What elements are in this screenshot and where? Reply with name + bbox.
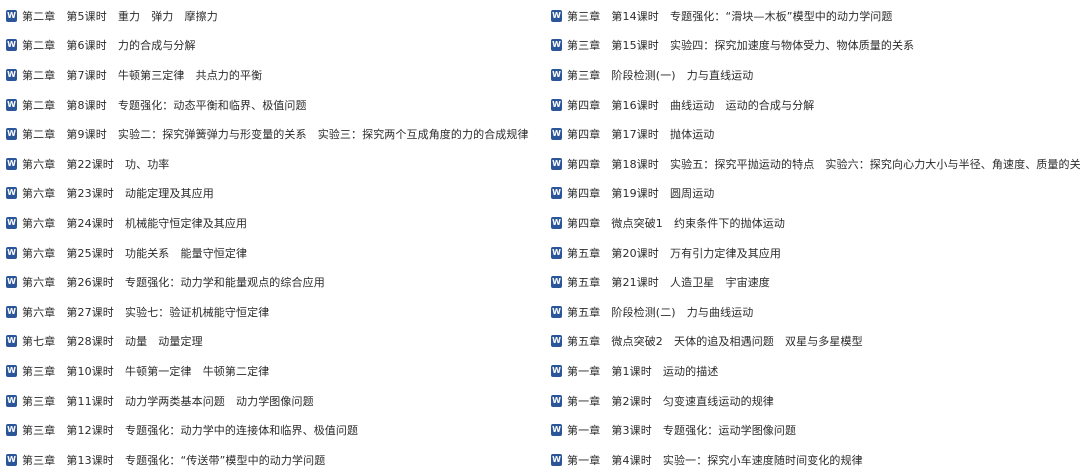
word-document-icon	[6, 98, 17, 111]
file-name: 第一章 第4课时 实验一：探究小车速度随时间变化的规律	[567, 453, 863, 467]
file-item[interactable]: 第六章 第24课时 机械能守恒定律及其应用	[6, 208, 546, 238]
word-document-icon	[551, 9, 562, 22]
word-document-icon	[551, 335, 562, 348]
word-document-icon	[6, 128, 17, 141]
file-name: 第三章 第15课时 实验四：探究加速度与物体受力、物体质量的关系	[567, 39, 915, 53]
word-document-icon	[6, 276, 17, 289]
file-item[interactable]: 第三章 第13课时 专题强化：“传送带”模型中的动力学问题	[6, 445, 546, 475]
word-document-icon	[551, 246, 562, 259]
file-name: 第二章 第5课时 重力 弹力 摩擦力	[22, 9, 218, 23]
word-document-icon	[6, 335, 17, 348]
word-document-icon	[551, 39, 562, 52]
file-item[interactable]: 第三章 第15课时 实验四：探究加速度与物体受力、物体质量的关系	[551, 31, 1080, 61]
file-item[interactable]: 第六章 第27课时 实验七：验证机械能守恒定律	[6, 297, 546, 327]
file-name: 第一章 第2课时 匀变速直线运动的规律	[567, 394, 774, 408]
word-document-icon	[551, 68, 562, 81]
file-item[interactable]: 第二章 第8课时 专题强化：动态平衡和临界、极值问题	[6, 90, 546, 120]
file-item[interactable]: 第一章 第3课时 专题强化：运动学图像问题	[551, 415, 1080, 445]
file-name: 第四章 第19课时 圆周运动	[567, 187, 715, 201]
file-name: 第二章 第6课时 力的合成与分解	[22, 39, 196, 53]
word-document-icon	[551, 364, 562, 377]
file-name: 第六章 第23课时 动能定理及其应用	[22, 187, 214, 201]
file-name: 第三章 第12课时 专题强化：动力学中的连接体和临界、极值问题	[22, 424, 359, 438]
file-name: 第四章 第18课时 实验五：探究平抛运动的特点 实验六：探究向心力大小与半径、角…	[567, 157, 1080, 171]
word-document-icon	[6, 39, 17, 52]
file-item[interactable]: 第七章 第28课时 动量 动量定理	[6, 327, 546, 357]
file-column-left: 第二章 第5课时 重力 弹力 摩擦力第二章 第6课时 力的合成与分解第二章 第7…	[6, 0, 546, 475]
word-document-icon	[6, 364, 17, 377]
file-column-right: 第三章 第14课时 专题强化：“滑块—木板”模型中的动力学问题第三章 第15课时…	[551, 0, 1080, 475]
word-document-icon	[551, 157, 562, 170]
word-document-icon	[551, 98, 562, 111]
word-document-icon	[551, 187, 562, 200]
file-item[interactable]: 第五章 微点突破2 天体的追及相遇问题 双星与多星模型	[551, 327, 1080, 357]
file-name: 第七章 第28课时 动量 动量定理	[22, 335, 203, 349]
file-item[interactable]: 第四章 第17课时 抛体运动	[551, 119, 1080, 149]
file-name: 第五章 第21课时 人造卫星 宇宙速度	[567, 276, 770, 290]
word-document-icon	[6, 394, 17, 407]
word-document-icon	[551, 394, 562, 407]
file-item[interactable]: 第四章 第19课时 圆周运动	[551, 179, 1080, 209]
file-item[interactable]: 第二章 第6课时 力的合成与分解	[6, 31, 546, 61]
file-name: 第三章 阶段检测(一) 力与直线运动	[567, 68, 754, 82]
file-item[interactable]: 第三章 第11课时 动力学两类基本问题 动力学图像问题	[6, 386, 546, 416]
file-item[interactable]: 第五章 阶段检测(二) 力与曲线运动	[551, 297, 1080, 327]
word-document-icon	[551, 424, 562, 437]
word-document-icon	[551, 276, 562, 289]
word-document-icon	[551, 453, 562, 466]
file-item[interactable]: 第六章 第25课时 功能关系 能量守恒定律	[6, 238, 546, 268]
file-name: 第六章 第27课时 实验七：验证机械能守恒定律	[22, 305, 270, 319]
file-name: 第一章 第3课时 专题强化：运动学图像问题	[567, 424, 797, 438]
file-name: 第四章 第17课时 抛体运动	[567, 128, 715, 142]
file-name: 第三章 第10课时 牛顿第一定律 牛顿第二定律	[22, 364, 270, 378]
file-item[interactable]: 第三章 阶段检测(一) 力与直线运动	[551, 60, 1080, 90]
word-document-icon	[6, 305, 17, 318]
file-item[interactable]: 第二章 第9课时 实验二：探究弹簧弹力与形变量的关系 实验三：探究两个互成角度的…	[6, 119, 546, 149]
word-document-icon	[551, 305, 562, 318]
file-name: 第三章 第14课时 专题强化：“滑块—木板”模型中的动力学问题	[567, 9, 893, 23]
file-item[interactable]: 第四章 第18课时 实验五：探究平抛运动的特点 实验六：探究向心力大小与半径、角…	[551, 149, 1080, 179]
file-name: 第六章 第26课时 专题强化：动力学和能量观点的综合应用	[22, 276, 325, 290]
file-name: 第三章 第11课时 动力学两类基本问题 动力学图像问题	[22, 394, 314, 408]
file-list: 第二章 第5课时 重力 弹力 摩擦力第二章 第6课时 力的合成与分解第二章 第7…	[0, 0, 1080, 476]
file-item[interactable]: 第一章 第2课时 匀变速直线运动的规律	[551, 386, 1080, 416]
file-name: 第四章 微点突破1 约束条件下的抛体运动	[567, 216, 785, 230]
file-item[interactable]: 第五章 第20课时 万有引力定律及其应用	[551, 238, 1080, 268]
file-item[interactable]: 第四章 微点突破1 约束条件下的抛体运动	[551, 208, 1080, 238]
file-item[interactable]: 第二章 第7课时 牛顿第三定律 共点力的平衡	[6, 60, 546, 90]
file-item[interactable]: 第六章 第22课时 功、功率	[6, 149, 546, 179]
file-item[interactable]: 第六章 第23课时 动能定理及其应用	[6, 179, 546, 209]
word-document-icon	[6, 9, 17, 22]
file-item[interactable]: 第三章 第10课时 牛顿第一定律 牛顿第二定律	[6, 356, 546, 386]
file-item[interactable]: 第三章 第12课时 专题强化：动力学中的连接体和临界、极值问题	[6, 415, 546, 445]
file-name: 第一章 第1课时 运动的描述	[567, 364, 719, 378]
word-document-icon	[6, 216, 17, 229]
file-item[interactable]: 第五章 第21课时 人造卫星 宇宙速度	[551, 267, 1080, 297]
file-item[interactable]: 第三章 第14课时 专题强化：“滑块—木板”模型中的动力学问题	[551, 1, 1080, 31]
word-document-icon	[6, 453, 17, 466]
file-name: 第五章 阶段检测(二) 力与曲线运动	[567, 305, 754, 319]
file-item[interactable]: 第一章 第1课时 运动的描述	[551, 356, 1080, 386]
file-item[interactable]: 第二章 第5课时 重力 弹力 摩擦力	[6, 1, 546, 31]
word-document-icon	[6, 157, 17, 170]
word-document-icon	[551, 216, 562, 229]
file-name: 第五章 微点突破2 天体的追及相遇问题 双星与多星模型	[567, 335, 863, 349]
file-name: 第二章 第8课时 专题强化：动态平衡和临界、极值问题	[22, 98, 307, 112]
word-document-icon	[6, 68, 17, 81]
file-name: 第四章 第16课时 曲线运动 运动的合成与分解	[567, 98, 815, 112]
file-name: 第五章 第20课时 万有引力定律及其应用	[567, 246, 781, 260]
file-name: 第二章 第7课时 牛顿第三定律 共点力的平衡	[22, 68, 263, 82]
file-name: 第三章 第13课时 专题强化：“传送带”模型中的动力学问题	[22, 453, 326, 467]
word-document-icon	[551, 128, 562, 141]
file-item[interactable]: 第一章 第4课时 实验一：探究小车速度随时间变化的规律	[551, 445, 1080, 475]
file-name: 第二章 第9课时 实验二：探究弹簧弹力与形变量的关系 实验三：探究两个互成角度的…	[22, 128, 529, 142]
word-document-icon	[6, 424, 17, 437]
word-document-icon	[6, 246, 17, 259]
file-item[interactable]: 第六章 第26课时 专题强化：动力学和能量观点的综合应用	[6, 267, 546, 297]
file-name: 第六章 第22课时 功、功率	[22, 157, 170, 171]
file-name: 第六章 第25课时 功能关系 能量守恒定律	[22, 246, 248, 260]
word-document-icon	[6, 187, 17, 200]
file-item[interactable]: 第四章 第16课时 曲线运动 运动的合成与分解	[551, 90, 1080, 120]
file-name: 第六章 第24课时 机械能守恒定律及其应用	[22, 216, 248, 230]
